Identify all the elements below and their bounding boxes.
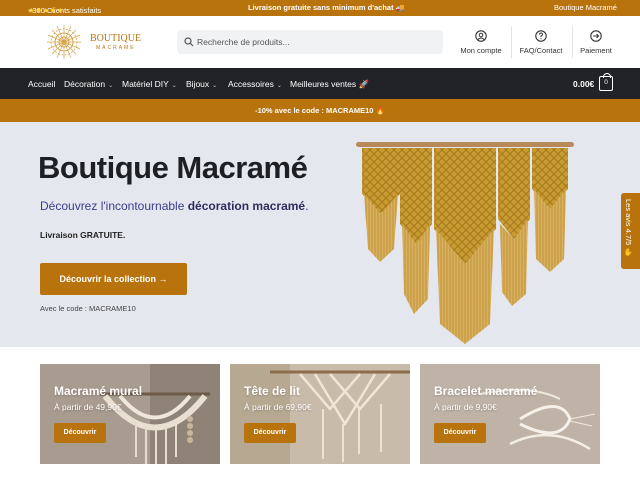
hero-code-text: Avec le code : MACRAME10 — [40, 304, 136, 313]
hero-subtitle: Découvrez l'incontournable décoration ma… — [40, 199, 308, 213]
reviews-tab-text: Les avis 4.7/5 ✋ — [624, 199, 633, 257]
free-shipping-text: Livraison gratuite sans minimum d'achat … — [248, 3, 405, 12]
arrow-circle-icon — [590, 30, 602, 42]
top-announcement-bar: +300 Clients satisfaits ★★★★★ Livraison … — [0, 0, 640, 16]
category-image — [230, 364, 410, 464]
chevron-down-icon: ⌄ — [212, 83, 218, 89]
nav-item-label: Accueil — [28, 79, 56, 89]
promo-banner: -10% avec le code : MACRAME10 🔥 — [0, 99, 640, 122]
hero-subtitle-suffix: . — [305, 199, 309, 213]
category-price: À partir de 69,90€ — [244, 402, 312, 412]
promo-text: -10% avec le code : MACRAME10 🔥 — [255, 106, 385, 115]
header-divider — [511, 26, 512, 58]
nav-item-label: Décoration — [64, 79, 106, 89]
nav-item-accessoires[interactable]: Accessoires ⌄ — [228, 79, 282, 89]
nav-item-label: Meilleures ventes 🚀 — [290, 79, 370, 89]
rating-stars: ★★★★★ — [28, 6, 65, 15]
category-card-bracelet-macrame[interactable]: Bracelet macramé À partir de 9,90€ Décou… — [420, 364, 600, 464]
header-divider — [572, 26, 573, 58]
category-image — [420, 364, 600, 464]
cart-total[interactable]: 0.00€ — [573, 79, 594, 89]
nav-item-meilleures-ventes[interactable]: Meilleures ventes 🚀 — [290, 79, 369, 90]
reviews-tab[interactable]: Les avis 4.7/5 ✋ — [621, 193, 640, 269]
discover-button[interactable]: Découvrir — [434, 423, 486, 443]
user-circle-icon — [475, 30, 487, 42]
discover-button[interactable]: Découvrir — [244, 423, 296, 443]
logo-subtitle: MACRAME — [96, 45, 136, 51]
category-title: Bracelet macramé — [434, 384, 538, 398]
nav-item-label: Bijoux — [186, 79, 210, 89]
category-card-macrame-mural[interactable]: Macramé mural À partir de 49,90€ Découvr… — [40, 364, 220, 464]
discover-collection-button[interactable]: Découvrir la collection → — [40, 263, 187, 295]
search-input[interactable] — [197, 33, 437, 51]
logo-title[interactable]: BOUTIQUE — [90, 34, 141, 44]
hero-shipping-text: Livraison GRATUITE. — [40, 230, 126, 240]
chevron-down-icon: ⌄ — [171, 83, 177, 89]
hero-title: Boutique Macramé — [38, 150, 308, 185]
account-label: Mon compte — [460, 46, 502, 55]
nav-item-decoration[interactable]: Décoration ⌄ — [64, 79, 113, 89]
category-price: À partir de 9,90€ — [434, 402, 497, 412]
hero-subtitle-prefix: Découvrez l'incontournable — [40, 199, 188, 213]
nav-item-accueil[interactable]: Accueil — [28, 79, 55, 89]
store-name-link[interactable]: Boutique Macramé — [554, 3, 617, 12]
category-title: Macramé mural — [54, 384, 143, 398]
category-image — [40, 364, 220, 464]
chevron-down-icon: ⌄ — [108, 83, 114, 89]
payment-label: Paiement — [580, 46, 612, 55]
chevron-down-icon: ⌄ — [276, 83, 282, 89]
question-circle-icon — [535, 30, 547, 42]
nav-item-label: Matériel DIY — [122, 79, 169, 89]
site-header: BOUTIQUE MACRAME Mon compte FAQ/Contact — [0, 16, 640, 68]
category-title: Tête de lit — [244, 384, 301, 398]
hero-section: Boutique Macramé Découvrez l'incontourna… — [0, 122, 640, 347]
category-price: À partir de 49,90€ — [54, 402, 122, 412]
hero-subtitle-bold: décoration macramé — [187, 199, 306, 213]
discover-button[interactable]: Découvrir — [54, 423, 106, 443]
payment-link[interactable]: Paiement — [578, 30, 614, 55]
nav-item-bijoux[interactable]: Bijoux ⌄ — [186, 79, 217, 89]
cart-count: 0 — [604, 79, 608, 86]
faq-contact-link[interactable]: FAQ/Contact — [519, 30, 563, 55]
macrame-wall-hanging-image — [356, 142, 574, 344]
account-link[interactable]: Mon compte — [460, 30, 502, 55]
faq-label: FAQ/Contact — [519, 46, 563, 55]
nav-item-materiel-diy[interactable]: Matériel DIY ⌄ — [122, 79, 177, 89]
main-navigation: Accueil Décoration ⌄ Matériel DIY ⌄ Bijoux… — [0, 68, 640, 99]
nav-item-label: Accessoires — [228, 79, 274, 89]
category-card-tete-de-lit[interactable]: Tête de lit À partir de 69,90€ Découvrir — [230, 364, 410, 464]
logo-mandala-icon[interactable] — [46, 24, 82, 60]
search-bar[interactable] — [177, 30, 443, 54]
search-icon[interactable] — [184, 37, 194, 47]
shopping-bag-icon[interactable]: 0 — [599, 73, 613, 91]
